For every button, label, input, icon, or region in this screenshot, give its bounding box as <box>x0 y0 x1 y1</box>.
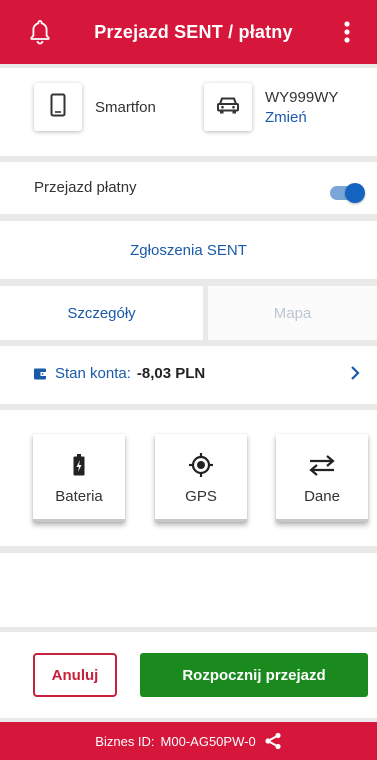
footer-bar: Biznes ID: M00-AG50PW-0 <box>0 722 377 760</box>
more-vert-icon[interactable] <box>335 17 359 47</box>
paid-ride-row: Przejazd płatny <box>0 162 377 214</box>
spacer-panel <box>0 553 377 627</box>
page-title: Przejazd SENT / płatny <box>94 21 293 42</box>
data-transfer-icon <box>308 452 336 478</box>
vehicle-plate: WY999WY <box>265 89 339 106</box>
cancel-button[interactable]: Anuluj <box>33 653 117 697</box>
business-id-value: M00-AG50PW-0 <box>160 733 256 749</box>
vehicle-tile[interactable] <box>204 83 252 131</box>
start-ride-button[interactable]: Rozpocznij przejazd <box>140 653 368 697</box>
app-header: Przejazd SENT / płatny <box>0 0 377 64</box>
balance-label: Stan konta: <box>55 365 131 382</box>
change-vehicle-link[interactable]: Zmień <box>265 109 307 126</box>
status-battery[interactable]: Bateria <box>33 434 125 522</box>
status-gps[interactable]: GPS <box>155 434 247 522</box>
wallet-icon <box>33 367 47 381</box>
device-tile[interactable] <box>34 83 82 131</box>
sent-reports-row: Zgłoszenia SENT <box>0 221 377 279</box>
chevron-right-icon[interactable] <box>350 365 360 386</box>
bell-icon[interactable] <box>28 17 52 47</box>
balance-amount: -8,03 PLN <box>136 365 206 382</box>
smartphone-icon <box>50 93 66 122</box>
status-data[interactable]: Dane <box>276 434 368 522</box>
paid-ride-label: Przejazd płatny <box>34 179 137 196</box>
tab-details[interactable]: Szczegóły <box>0 286 203 340</box>
share-icon[interactable] <box>264 732 282 750</box>
toggle-knob <box>345 183 365 203</box>
paid-ride-toggle[interactable] <box>330 183 365 203</box>
status-gps-label: GPS <box>185 488 217 505</box>
device-label: Smartfon <box>95 99 156 116</box>
status-data-label: Dane <box>304 488 340 505</box>
battery-charging-icon <box>73 452 85 478</box>
status-battery-label: Bateria <box>55 488 103 505</box>
business-id-label: Biznes ID: <box>95 733 155 749</box>
balance-row[interactable]: Stan konta: -8,03 PLN <box>0 346 377 404</box>
balance-info: Stan konta: -8,03 PLN <box>33 365 205 382</box>
car-icon <box>216 95 240 120</box>
gps-crosshair-icon <box>188 452 214 478</box>
tab-map[interactable]: Mapa <box>208 286 377 340</box>
sent-reports-link[interactable]: Zgłoszenia SENT <box>130 242 247 259</box>
